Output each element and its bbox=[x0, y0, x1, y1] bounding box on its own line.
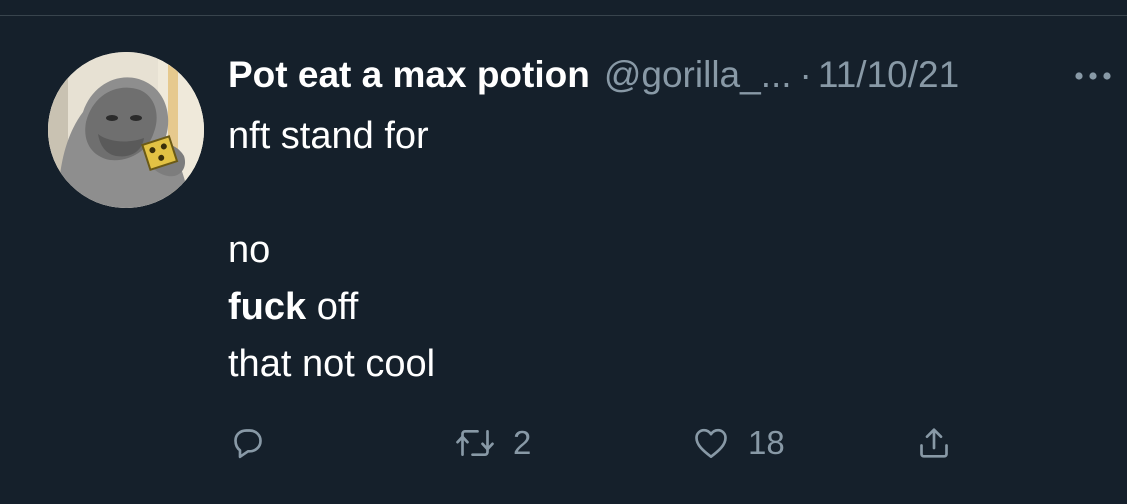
retweet-button[interactable]: 2 bbox=[453, 416, 531, 470]
tweet-actions: 2 18 bbox=[0, 416, 1127, 470]
tweet-text-blank-line bbox=[228, 165, 1068, 222]
avatar[interactable] bbox=[48, 52, 204, 208]
tweet-header: Pot eat a max potion @gorilla_... · 11/1… bbox=[228, 52, 959, 98]
reply-button[interactable] bbox=[228, 416, 284, 470]
tweet-text-bold: fuck bbox=[228, 286, 307, 328]
retweet-icon bbox=[456, 430, 494, 456]
retweet-count: 2 bbox=[513, 424, 532, 461]
tweet-text-line: that not cool bbox=[228, 343, 436, 385]
display-name[interactable]: Pot eat a max potion bbox=[228, 54, 590, 96]
share-button[interactable] bbox=[914, 416, 970, 470]
reply-bubble-icon bbox=[234, 429, 262, 459]
tweet-text-rest: off bbox=[306, 286, 359, 328]
tweet-text: nft stand for no fuck off that not cool bbox=[228, 108, 1068, 393]
more-options-button[interactable] bbox=[1066, 56, 1120, 96]
username-handle[interactable]: @gorilla_... bbox=[604, 54, 792, 96]
tweet[interactable]: Pot eat a max potion @gorilla_... · 11/1… bbox=[0, 16, 1127, 504]
tweet-text-line: fuck off bbox=[228, 279, 1068, 336]
share-upload-icon bbox=[920, 428, 948, 458]
tweet-timestamp[interactable]: 11/10/21 bbox=[818, 54, 959, 96]
gorilla-avatar-image bbox=[48, 52, 204, 208]
more-horizontal-icon bbox=[1075, 72, 1111, 80]
heart-icon bbox=[695, 428, 727, 458]
tweet-text-line: nft stand for bbox=[228, 115, 429, 157]
separator-dot: · bbox=[799, 54, 812, 95]
like-count: 18 bbox=[748, 424, 785, 461]
like-button[interactable]: 18 bbox=[690, 416, 785, 470]
tweet-text-line: no bbox=[228, 229, 271, 271]
